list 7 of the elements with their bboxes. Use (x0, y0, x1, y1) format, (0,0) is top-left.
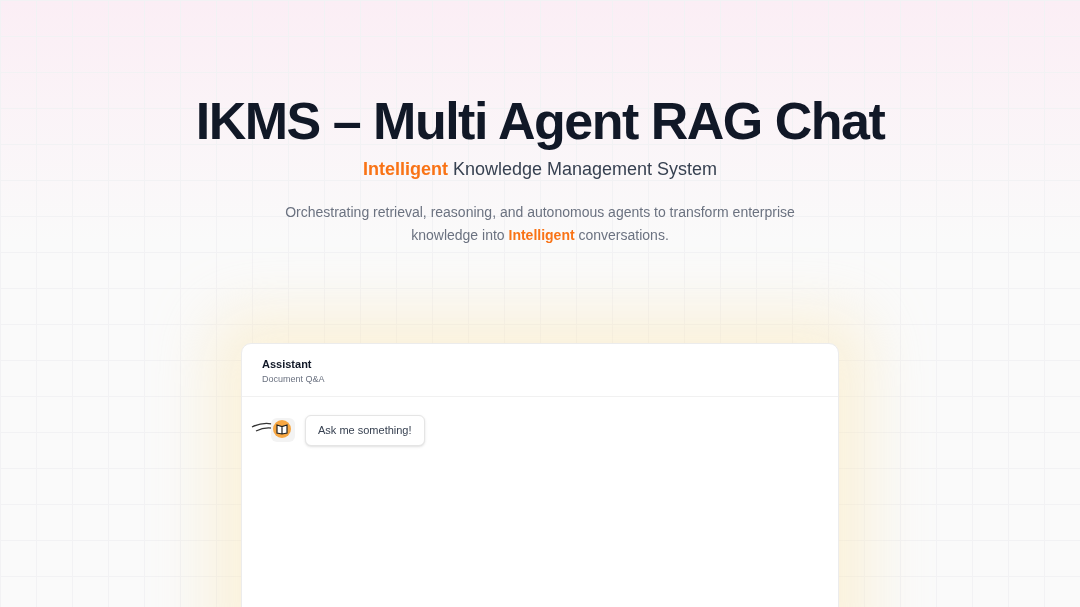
chat-subtitle: Document Q&A (262, 373, 326, 386)
book-avatar-icon (250, 417, 296, 444)
message-bubble: Ask me something! (305, 415, 425, 446)
chat-title: Assistant (262, 357, 313, 372)
page-subtitle: Intelligent Knowledge Management System (362, 158, 718, 181)
page-title: IKMS – Multi Agent RAG Chat (195, 91, 885, 152)
page-description: Orchestrating retrieval, reasoning, and autonomous agents to transform enterprise knowledge into Intelligent conversations. (284, 203, 796, 245)
